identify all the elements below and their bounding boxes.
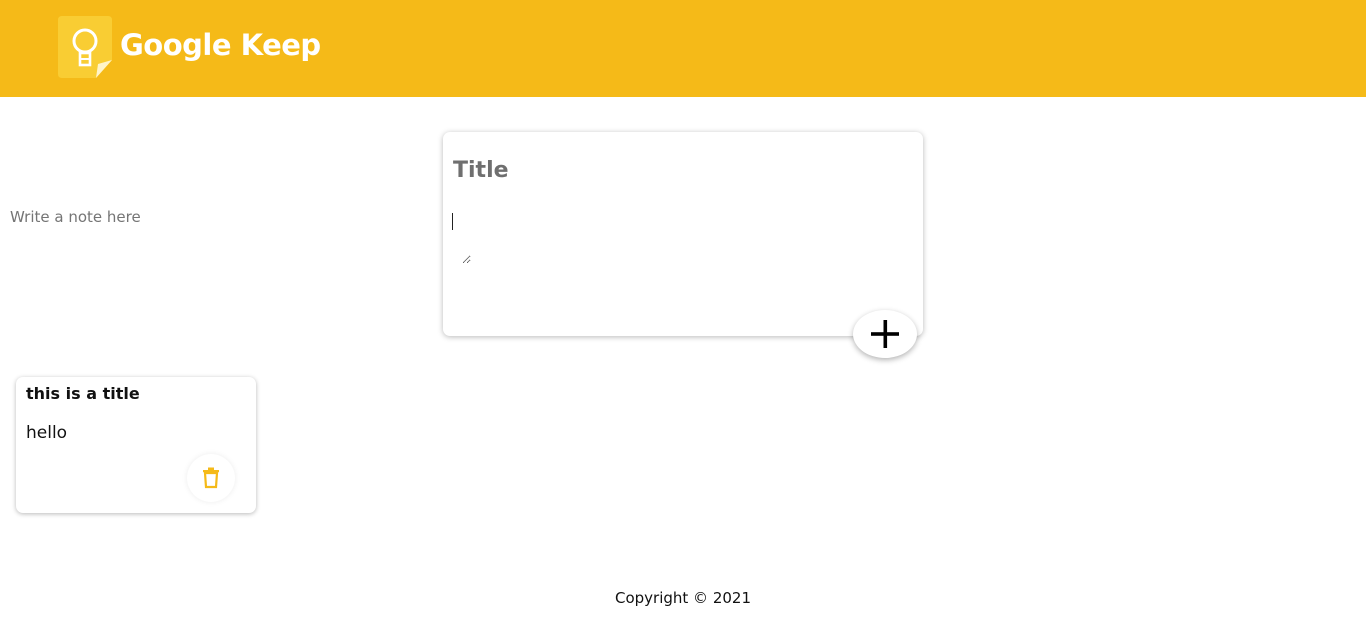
app-header: Google Keep [0,0,1366,97]
note-card: this is a title hello [16,377,256,513]
create-note-card [443,132,923,336]
delete-note-button[interactable] [187,454,235,502]
footer-copyright: Copyright © 2021 [614,589,751,607]
plus-icon [871,320,899,348]
trash-icon [203,467,219,489]
note-content: hello [26,423,68,443]
note-title-input[interactable] [453,154,909,186]
text-cursor [452,213,453,230]
lightbulb-note-icon [58,16,112,78]
note-title: this is a title [26,384,140,403]
app-title: Google Keep [120,28,321,62]
add-note-button[interactable] [853,310,917,358]
note-content-input[interactable] [10,208,471,264]
